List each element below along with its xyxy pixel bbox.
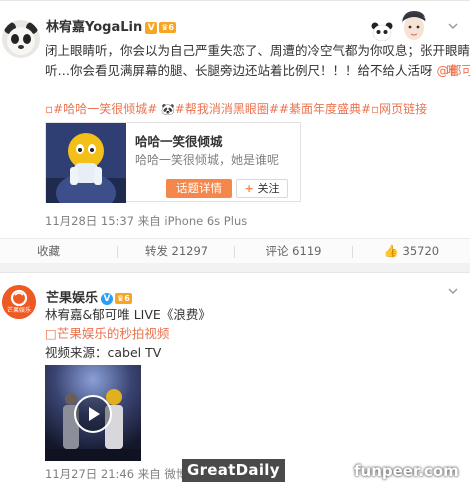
video-link-icon: □ [45, 326, 57, 341]
hashtag-link[interactable]: #綦面年度盛典# [279, 102, 371, 116]
post-timestamp-source[interactable]: 11月28日 15:37 来自 iPhone 6s Plus [45, 213, 247, 229]
plus-icon: + [244, 182, 258, 195]
verified-badge: V [101, 293, 114, 305]
post-text-line-1: 林宥嘉&郁可唯 LIVE《浪费》 [45, 307, 211, 322]
mention-link-tail[interactable]: 唯 [446, 61, 459, 81]
panda-avatar[interactable] [2, 20, 40, 58]
post-text-line-1: 闭上眼睛听，你会以为自己严重失恋了、周遭的冷空气都为你叹息；张开眼睛 [45, 43, 470, 58]
repost-button[interactable]: 转发 21297 [118, 239, 235, 264]
greatdaily-watermark: GreatDaily [182, 459, 285, 482]
post-text: 听…你会看见满屏幕的腿、长腿旁边还站着比例尺！！！给不给人活呀 [45, 63, 437, 78]
mango-avatar[interactable]: 芒果娱乐 [2, 285, 36, 319]
video-link-line: □芒果娱乐的秒拍视频 [45, 324, 169, 344]
topic-thumbnail[interactable] [46, 123, 126, 203]
post-text-line-2: 听…你会看见满屏幕的腿、长腿旁边还站着比例尺！！！给不给人活呀 @郁可 [45, 61, 470, 81]
video-thumbnail[interactable] [45, 365, 141, 461]
weibo-post-2: 芒果娱乐 芒果娱乐 V ♛6 林宥嘉&郁可唯 LIVE《浪费》 □芒果娱乐的秒拍视频… [0, 272, 470, 482]
link-icon: ▫ [45, 102, 54, 116]
thumbs-up-icon: 👍 [383, 244, 399, 258]
follow-button[interactable]: + 关注 [236, 179, 288, 198]
action-bar: 收藏 转发 21297 评论 6119 👍 35720 [0, 238, 470, 263]
play-icon [89, 407, 100, 421]
comment-button[interactable]: 评论 6119 [235, 239, 352, 264]
username[interactable]: 林宥嘉YogaLin [46, 20, 142, 35]
video-link[interactable]: 芒果娱乐的秒拍视频 [57, 326, 170, 341]
hashtag-link[interactable]: #帮我消消黑眼圈# [175, 102, 279, 116]
vip-badge: ♛6 [115, 293, 132, 304]
chevron-down-icon[interactable] [447, 20, 459, 32]
favorite-button[interactable]: 收藏 [0, 239, 97, 264]
cartoon-face-decoration [399, 9, 429, 43]
video-source-line: 视频来源：cabel TV [45, 345, 162, 360]
topic-details-button[interactable]: 话题详情 [166, 179, 232, 198]
topic-card-title[interactable]: 哈哈一笑很倾城 [135, 131, 223, 150]
play-button[interactable] [74, 395, 112, 433]
topic-link-card[interactable]: 哈哈一笑很倾城 哈哈一笑很倾城，她是谁呢 话题详情 + 关注 [45, 122, 301, 203]
verified-badge: V [145, 22, 158, 34]
web-link[interactable]: 网页链接 [379, 102, 427, 116]
weibo-post-1: 林宥嘉YogaLin V ♛6 闭上眼睛听，你会以为自己严重失恋了、周遭的冷空气都为… [0, 0, 470, 263]
follow-label: 关注 [257, 182, 280, 195]
panda-sticker [370, 21, 394, 42]
vip-badge: ♛6 [159, 22, 176, 33]
hashtag-link[interactable]: #哈哈一笑很倾城# [53, 102, 161, 116]
funpeer-watermark: funpeer.com [354, 462, 459, 480]
web-link-icon: ▫ [371, 102, 380, 116]
panda-emoji-icon: 🐼 [161, 103, 175, 116]
topic-card-description: 哈哈一笑很倾城，她是谁呢 [135, 153, 280, 167]
username[interactable]: 芒果娱乐 [46, 291, 98, 306]
like-count: 35720 [402, 244, 440, 258]
hashtag-line: ▫#哈哈一笑很倾城# 🐼#帮我消消黑眼圈##綦面年度盛典#▫网页链接 [45, 99, 427, 120]
avatar-caption: 芒果娱乐 [6, 307, 31, 314]
like-button[interactable]: 👍 35720 [353, 239, 470, 264]
chevron-down-icon[interactable] [447, 285, 459, 297]
